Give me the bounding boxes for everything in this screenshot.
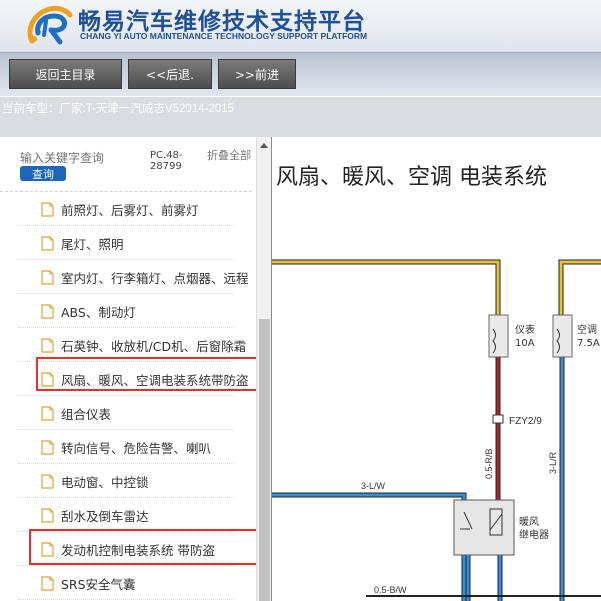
fuse-box	[552, 314, 573, 358]
current-vehicle-value: 厂家:T-天津一汽威志V52014-2015	[59, 103, 234, 115]
document-icon	[41, 576, 54, 591]
wire-label-blue: 3-L/R	[548, 451, 558, 474]
tree-item-label: ABS、制动灯	[61, 304, 136, 320]
tree-item-label: 前照灯、后雾灯、前雾灯	[61, 202, 199, 218]
tree-item[interactable]: 电动窗、中控锁	[0, 464, 256, 498]
tree-item-label: 发动机控制电装系统 带防盗	[61, 542, 215, 558]
fuse-box	[488, 314, 509, 358]
search-button[interactable]: 查询	[20, 166, 66, 181]
relay-box	[453, 499, 515, 556]
tree-item-label: SRS安全气囊	[61, 576, 136, 592]
fuse2-rating: 7.5A	[577, 338, 600, 349]
wire-label-lw: 3-L/W	[361, 481, 386, 491]
document-icon	[41, 236, 54, 251]
document-icon	[41, 508, 54, 523]
document-icon	[41, 542, 54, 557]
tree-item[interactable]: 风扇、暖风、空调电装系统带防盗	[0, 362, 256, 396]
current-vehicle-bar: 当前车型：厂家:T-天津一汽威志V52014-2015	[0, 97, 601, 137]
logo-icon	[27, 5, 73, 45]
connector-label: FZY2/9	[509, 416, 542, 427]
wire-blue-horizontal	[272, 492, 467, 601]
document-icon	[41, 406, 54, 421]
tree-item-label: 电动窗、中控锁	[61, 474, 149, 490]
sidebar: 查询 PC.48-28799 折叠全部 前照灯、后雾灯、前雾灯尾灯、照明室内灯、…	[0, 137, 258, 601]
fuse1-rating: 10A	[515, 338, 535, 349]
document-icon	[41, 202, 54, 217]
tree-item[interactable]: 组合仪表	[0, 396, 256, 430]
home-button[interactable]: 返回主目录	[9, 59, 122, 89]
document-icon	[41, 372, 54, 387]
search-input[interactable]	[20, 150, 142, 166]
forward-button[interactable]: >>前进	[218, 59, 296, 89]
tree-list: 前照灯、后雾灯、前雾灯 尾灯、照明室内灯、行李箱灯、点烟器、远程 ABS、制动灯石英…	[0, 192, 256, 600]
wire-label-bw: 0.5-B/W	[374, 585, 407, 595]
pc-code: PC.48-28799	[150, 150, 183, 172]
tree-item-label: 风扇、暖风、空调电装系统带防盗	[61, 372, 249, 388]
document-icon	[41, 338, 54, 353]
tree-item-label: 刮水及倒车雷达	[61, 508, 149, 524]
app-subtitle: CHANG YI AUTO MAINTENANCE TECHNOLOGY SUP…	[80, 31, 368, 41]
tree-item[interactable]: 刮水及倒车雷达	[0, 498, 256, 532]
collapse-all-button[interactable]: 折叠全部	[207, 150, 251, 162]
app-header: 畅易汽车维修技术支持平台 CHANG YI AUTO MAINTENANCE T…	[0, 0, 601, 52]
current-vehicle-label: 当前车型：	[2, 103, 60, 115]
tree-item-label: 室内灯、行李箱灯、点烟器、远程	[61, 270, 249, 286]
tree-item[interactable]: SRS安全气囊	[0, 566, 256, 600]
wire-yellow-right	[558, 259, 601, 315]
fuse1-name: 仪表	[515, 323, 535, 336]
tree-item-label: 石英钟、收放机/CD机、后窗除霜	[61, 338, 247, 354]
document-icon	[41, 474, 54, 489]
tree-item-label: 转向信号、危险告警、喇叭	[61, 440, 212, 456]
document-icon	[41, 270, 54, 285]
sidebar-scrollbar[interactable]	[256, 137, 271, 601]
scroll-thumb[interactable]	[259, 319, 270, 601]
nav-bar: 返回主目录 <<后退. >>前进	[0, 52, 601, 96]
tree-item[interactable]: 转向信号、危险告警、喇叭	[0, 430, 256, 464]
tree-item-label: 尾灯、照明	[61, 236, 124, 252]
scroll-up-icon[interactable]	[260, 143, 268, 148]
connector-icon	[492, 414, 504, 424]
tree-item[interactable]: 石英钟、收放机/CD机、后窗除霜	[0, 328, 256, 362]
wiring-diagram: 仪表 10A 空调 7.5A FZY2/9 0.5-R/B 3-L/R 3-L/…	[272, 259, 601, 601]
tree-item[interactable]: ABS、制动灯	[0, 294, 256, 328]
tree-item[interactable]: 前照灯、后雾灯、前雾灯	[0, 192, 256, 226]
relay-name: 暖风	[519, 515, 539, 528]
relay-name2: 继电器	[519, 528, 549, 541]
diagram-panel: 风扇、暖风、空调 电装系统 仪表 10A 空调 7.5A FZY2/9 0.5-…	[271, 137, 601, 601]
document-icon	[41, 440, 54, 455]
back-button[interactable]: <<后退.	[128, 59, 212, 89]
tree-item[interactable]: 室内灯、行李箱灯、点烟器、远程	[0, 260, 256, 294]
tree-item-label: 组合仪表	[61, 406, 112, 422]
wire-yellow-left	[272, 259, 501, 315]
wire-label-red: 0.5-R/B	[484, 448, 494, 479]
search-row: 查询 PC.48-28799 折叠全部	[0, 137, 258, 189]
fuse2-name: 空调	[577, 323, 597, 336]
tree-item[interactable]: 尾灯、照明	[0, 226, 256, 260]
tree-item[interactable]: 发动机控制电装系统 带防盗	[0, 532, 256, 566]
document-icon	[41, 304, 54, 319]
